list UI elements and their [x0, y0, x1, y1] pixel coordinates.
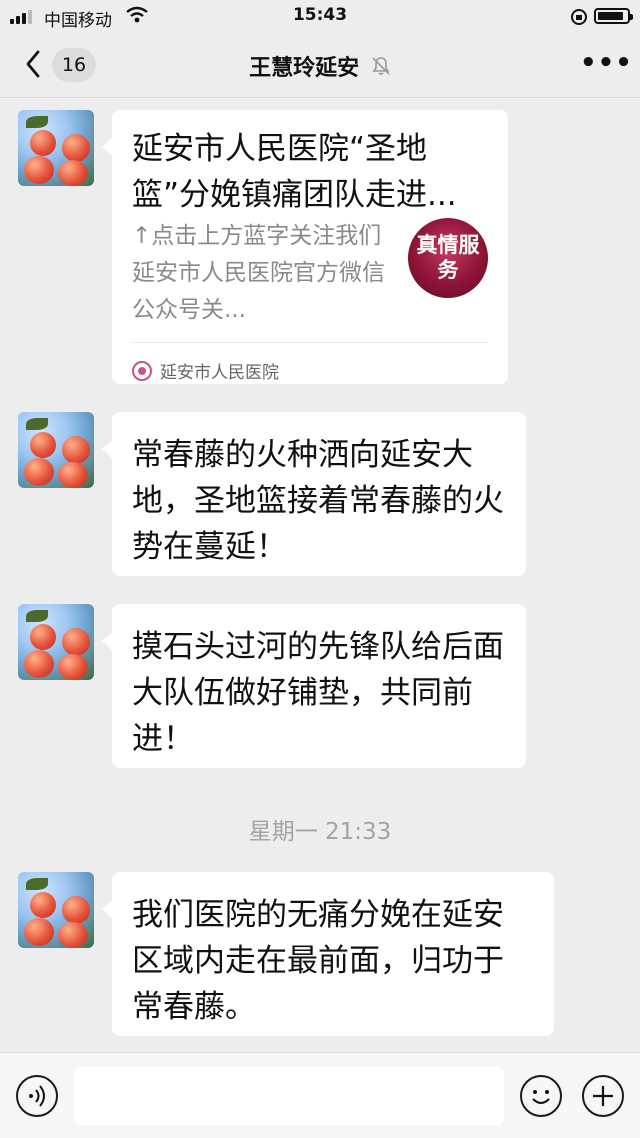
emoji-button[interactable] [520, 1075, 562, 1117]
sender-avatar[interactable] [18, 412, 94, 488]
message-text: 摸石头过河的先锋队给后面大队伍做好铺垫，共同前进！ [132, 629, 504, 757]
card-divider [132, 342, 488, 343]
article-thumbnail: 真情服务 [408, 218, 488, 298]
more-options-button[interactable]: ••• [580, 48, 633, 78]
sender-avatar[interactable] [18, 604, 94, 680]
message-text: 我们医院的无痛分娩在延安区域内走在最前面，归功于常春藤。 [132, 897, 504, 1025]
clock: 15:43 [292, 5, 348, 25]
status-bar: 中国移动 15:43 [0, 0, 640, 32]
mute-bell-icon [371, 56, 391, 82]
battery-level [598, 12, 624, 20]
emoji-icon [532, 1090, 550, 1104]
chat-header: 16 王慧玲延安 ••• [0, 32, 640, 98]
text-message[interactable]: 我们医院的无痛分娩在延安区域内走在最前面，归功于常春藤。 [102, 872, 554, 1036]
sender-avatar[interactable] [18, 872, 94, 948]
message-text: 常春藤的火种洒向延安大地，圣地篮接着常春藤的火势在蔓延！ [132, 437, 504, 565]
text-message[interactable]: 摸石头过河的先锋队给后面大队伍做好铺垫，共同前进！ [102, 604, 526, 768]
voice-button[interactable] [16, 1075, 58, 1117]
sender-avatar[interactable] [18, 110, 94, 186]
article-card[interactable]: 延安市人民医院“圣地篮”分娩镇痛团队走进... ↑点击上方蓝字关注我们延安市人民… [102, 110, 508, 384]
contact-name: 王慧玲延安 [249, 56, 360, 81]
message-input[interactable] [74, 1067, 504, 1125]
chat-input-bar [0, 1052, 640, 1138]
battery-icon [594, 8, 633, 24]
text-message[interactable]: 常春藤的火种洒向延安大地，圣地篮接着常春藤的火势在蔓延！ [102, 412, 526, 576]
source-name: 延安市人民医院 [160, 363, 279, 383]
plus-icon [593, 1086, 613, 1106]
more-functions-button[interactable] [582, 1075, 624, 1117]
thumbnail-text: 真情服务 [416, 233, 480, 282]
rotation-lock-icon [570, 8, 588, 31]
article-source: 延安市人民医院 [132, 358, 279, 383]
message-timestamp: 星期一 21:33 [248, 819, 392, 845]
article-description: ↑点击上方蓝字关注我们延安市人民医院官方微信公众号关... [132, 223, 385, 323]
article-title: 延安市人民医院“圣地篮”分娩镇痛团队走进... [132, 131, 457, 213]
chat-title: 王慧玲延安 [0, 50, 640, 82]
voice-icon [29, 1085, 45, 1107]
account-logo-icon [132, 360, 152, 381]
more-dots-icon: ••• [580, 48, 633, 78]
